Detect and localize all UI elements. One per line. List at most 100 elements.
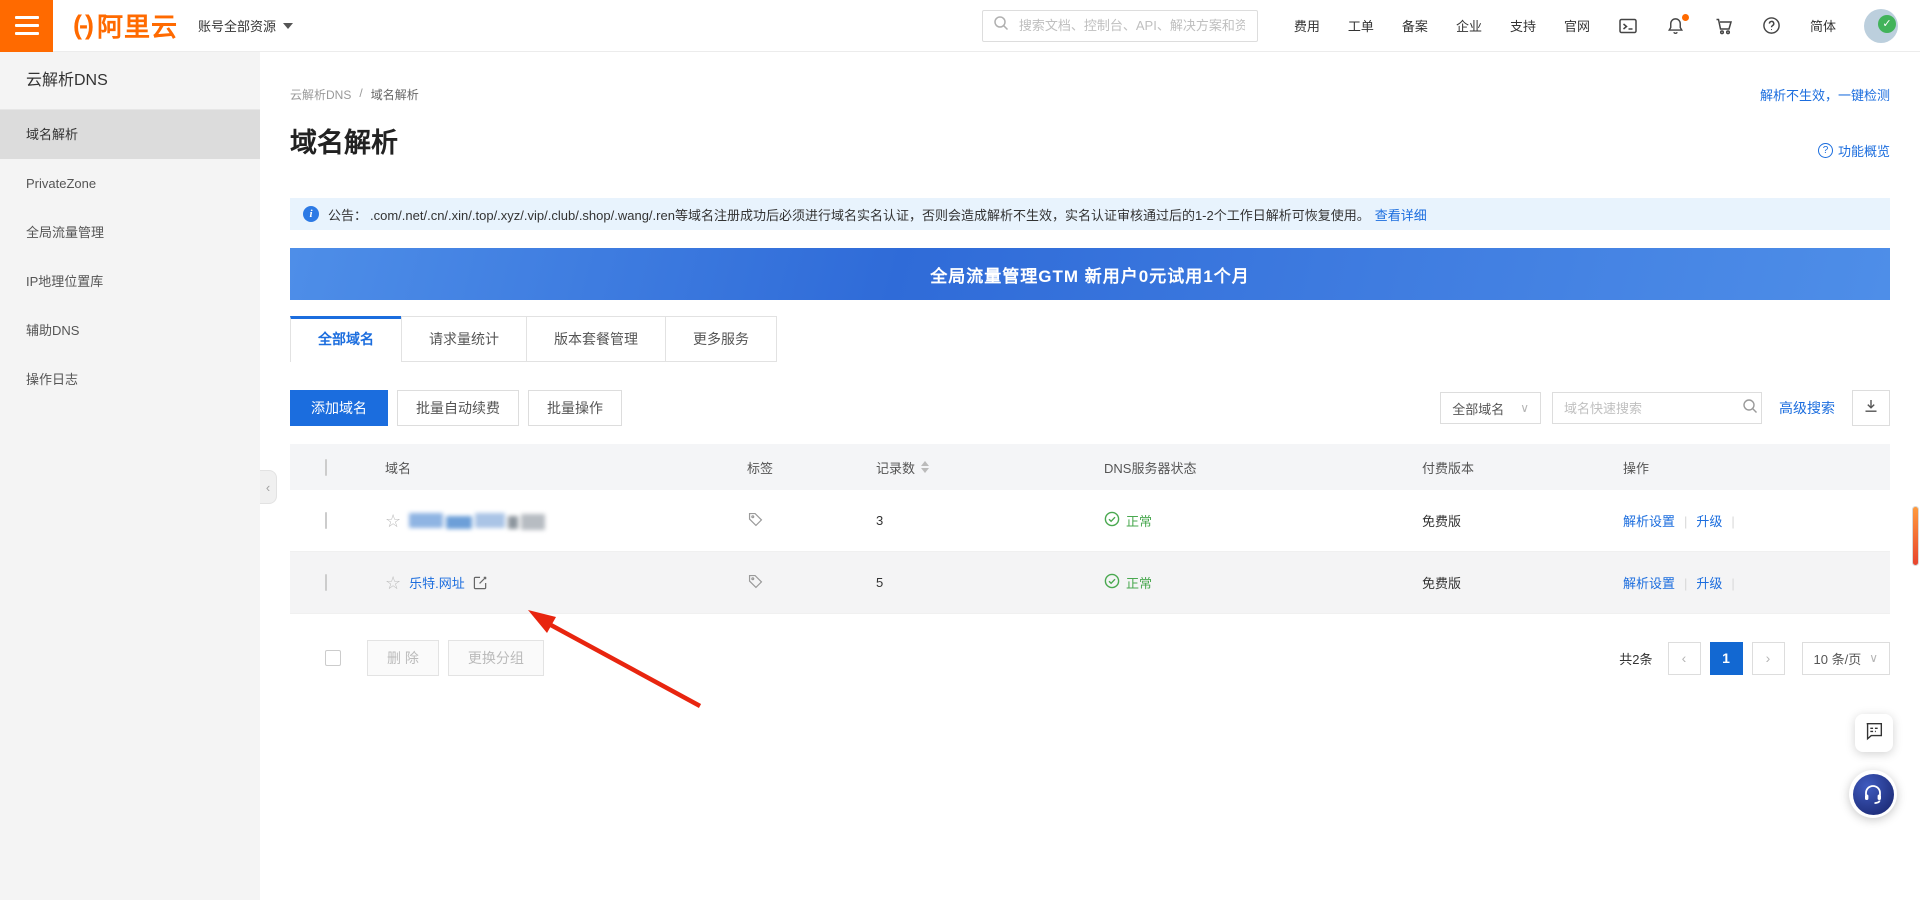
terminal-icon[interactable]	[1618, 16, 1638, 36]
toolbar-right: 全部域名 ∨ 高级搜索	[1440, 390, 1890, 426]
tag-icon[interactable]	[747, 511, 764, 528]
table-row: ☆ 乐特.网址 5 正常 免费版 解析设置|升级|	[290, 552, 1890, 614]
delete-button[interactable]: 删 除	[367, 640, 439, 676]
user-avatar[interactable]: ✓	[1864, 9, 1898, 43]
plan-text: 免费版	[1422, 511, 1623, 530]
breadcrumb-row: 云解析DNS / 域名解析 解析不生效，一键检测	[290, 86, 1890, 102]
chevron-down-icon	[283, 23, 293, 29]
dns-settings-link[interactable]: 解析设置	[1623, 514, 1675, 529]
advanced-search-link[interactable]: 高级搜索	[1779, 398, 1835, 418]
next-page-button[interactable]: ›	[1752, 642, 1785, 675]
col-dns-status: DNS服务器状态	[1104, 458, 1422, 477]
col-actions: 操作	[1623, 458, 1890, 477]
upgrade-link[interactable]: 升级	[1696, 576, 1722, 591]
global-search-input[interactable]	[1017, 17, 1247, 34]
feature-overview-link[interactable]: ? 功能概览	[1818, 141, 1890, 160]
top-navbar: (-) 阿里云 账号全部资源 费用 工单 备案 企业 支持 官网 简体	[0, 0, 1920, 52]
announcement-banner: i 公告：.com/.net/.cn/.xin/.top/.xyz/.vip/.…	[290, 198, 1890, 230]
dns-settings-link[interactable]: 解析设置	[1623, 576, 1675, 591]
scrollbar-thumb[interactable]	[1912, 506, 1919, 566]
resolution-check-link[interactable]: 解析不生效，一键检测	[1760, 85, 1890, 104]
row-checkbox[interactable]	[325, 512, 327, 529]
sidebar-item-domain-resolution[interactable]: 域名解析	[0, 110, 260, 159]
language-switcher[interactable]: 简体	[1810, 16, 1836, 35]
sidebar: 云解析DNS 域名解析 PrivateZone 全局流量管理 IP地理位置库 辅…	[0, 52, 260, 900]
change-group-button[interactable]: 更换分组	[448, 640, 544, 676]
breadcrumb-root[interactable]: 云解析DNS	[290, 86, 351, 103]
row-checkbox[interactable]	[325, 574, 327, 591]
select-all-checkbox[interactable]	[325, 459, 327, 476]
tab-request-stats[interactable]: 请求量统计	[401, 316, 527, 362]
domain-filter-value: 全部域名	[1452, 399, 1504, 418]
sidebar-collapse-handle[interactable]: ‹	[260, 470, 277, 504]
star-icon[interactable]: ☆	[385, 512, 401, 530]
sidebar-item-privatezone[interactable]: PrivateZone	[0, 159, 260, 208]
nav-link-tickets[interactable]: 工单	[1348, 16, 1374, 35]
chevron-left-icon: ‹	[266, 480, 270, 495]
chevron-down-icon: ∨	[1869, 651, 1878, 665]
cart-icon[interactable]	[1714, 16, 1734, 36]
sidebar-item-secondary-dns[interactable]: 辅助DNS	[0, 306, 260, 355]
batch-auto-renew-button[interactable]: 批量自动续费	[397, 390, 519, 426]
sidebar-item-gtm[interactable]: 全局流量管理	[0, 208, 260, 257]
sidebar-item-operation-log[interactable]: 操作日志	[0, 355, 260, 404]
announcement-detail-link[interactable]: 查看详细	[1375, 205, 1427, 224]
search-icon	[993, 15, 1009, 36]
breadcrumb-current: 域名解析	[371, 86, 419, 103]
page-title: 域名解析	[290, 121, 398, 160]
sidebar-item-ip-geo[interactable]: IP地理位置库	[0, 257, 260, 306]
domain-table: 域名 标签 记录数 DNS服务器状态 付费版本 操作 ☆ 3	[290, 444, 1890, 676]
sort-toggle[interactable]	[921, 461, 929, 473]
tag-icon[interactable]	[747, 573, 764, 590]
col-record-count: 记录数	[876, 458, 915, 477]
nav-link-support[interactable]: 支持	[1510, 16, 1536, 35]
notification-dot	[1682, 14, 1689, 21]
hamburger-menu-icon[interactable]	[0, 0, 53, 52]
col-tag: 标签	[747, 458, 876, 477]
pagination: 共2条 ‹ 1 › 10 条/页 ∨	[1619, 642, 1890, 675]
announcement-text: .com/.net/.cn/.xin/.top/.xyz/.vip/.club/…	[370, 205, 1370, 224]
account-scope-label: 账号全部资源	[198, 16, 276, 35]
prev-page-button[interactable]: ‹	[1668, 642, 1701, 675]
masked-domain[interactable]	[409, 512, 545, 530]
batch-operations-button[interactable]: 批量操作	[528, 390, 622, 426]
nav-link-enterprise[interactable]: 企业	[1456, 16, 1482, 35]
customer-service-button[interactable]	[1849, 770, 1897, 818]
global-search-box[interactable]	[982, 10, 1258, 42]
tab-more-services[interactable]: 更多服务	[665, 316, 777, 362]
status-ok-icon	[1104, 511, 1120, 530]
edit-remark-icon[interactable]	[473, 575, 488, 590]
page-number-current[interactable]: 1	[1710, 642, 1743, 675]
breadcrumb-separator: /	[359, 86, 362, 103]
tab-plan-management[interactable]: 版本套餐管理	[526, 316, 666, 362]
domain-filter-select[interactable]: 全部域名 ∨	[1440, 392, 1541, 424]
feedback-chat-button[interactable]	[1855, 714, 1893, 752]
search-icon	[1742, 398, 1758, 419]
domain-quick-search-box[interactable]	[1552, 392, 1762, 424]
tab-all-domains[interactable]: 全部域名	[290, 316, 402, 362]
nav-link-website[interactable]: 官网	[1564, 16, 1590, 35]
domain-link[interactable]: 乐特.网址	[409, 573, 465, 592]
nav-link-icp[interactable]: 备案	[1402, 16, 1428, 35]
col-plan: 付费版本	[1422, 458, 1623, 477]
add-domain-button[interactable]: 添加域名	[290, 390, 388, 426]
plan-text: 免费版	[1422, 573, 1623, 592]
help-icon[interactable]	[1762, 16, 1782, 36]
account-scope-dropdown[interactable]: 账号全部资源	[198, 16, 293, 35]
upgrade-link[interactable]: 升级	[1696, 514, 1722, 529]
question-circle-icon: ?	[1818, 143, 1833, 158]
export-download-button[interactable]	[1852, 390, 1890, 426]
footer-checkbox[interactable]	[325, 650, 341, 666]
nav-link-billing[interactable]: 费用	[1294, 16, 1320, 35]
star-icon[interactable]: ☆	[385, 574, 401, 592]
domain-quick-search-input[interactable]	[1562, 400, 1742, 417]
page-size-select[interactable]: 10 条/页 ∨	[1802, 642, 1890, 675]
aliyun-logo-mark-icon: (-)	[73, 10, 91, 41]
aliyun-logo[interactable]: (-) 阿里云	[73, 7, 178, 44]
notification-bell-icon[interactable]	[1666, 16, 1686, 36]
navbar-right: 费用 工单 备案 企业 支持 官网 简体 ✓	[1294, 9, 1920, 43]
status-text: 正常	[1126, 511, 1152, 530]
page-size-value: 10 条/页	[1814, 649, 1862, 668]
gtm-promo-banner[interactable]: 全局流量管理GTM 新用户0元试用1个月	[290, 248, 1890, 300]
status-text: 正常	[1126, 573, 1152, 592]
